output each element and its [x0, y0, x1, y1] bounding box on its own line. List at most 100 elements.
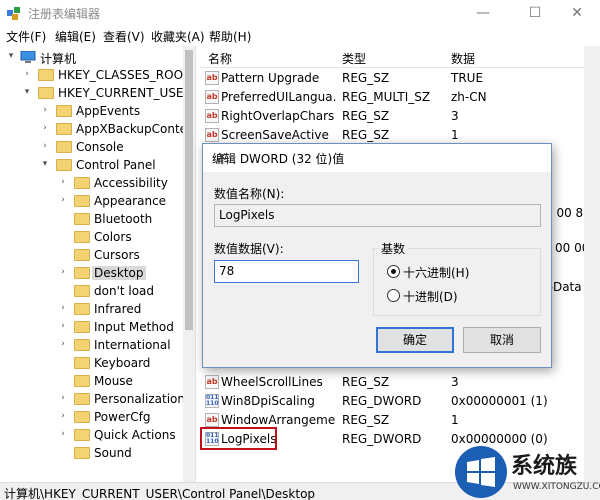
- value-row[interactable]: ab PreferredUILangua... REG_MULTI_SZ zh-…: [200, 88, 600, 107]
- value-name: WheelScrollLines: [221, 375, 323, 389]
- folder-icon: [74, 393, 90, 405]
- tree-item-sound[interactable]: Sound: [0, 444, 183, 462]
- value-data-input[interactable]: 78: [214, 260, 359, 283]
- tree-item-mouse[interactable]: Mouse: [0, 372, 183, 390]
- tree-item-keyboard[interactable]: Keyboard: [0, 354, 183, 372]
- folder-icon: [74, 285, 90, 297]
- watermark-text: 系统族: [511, 454, 578, 479]
- folder-icon: [74, 267, 90, 279]
- expand-arrow-icon[interactable]: ›: [58, 321, 68, 331]
- ok-button[interactable]: 确定: [376, 327, 454, 353]
- value-row[interactable]: ab WheelScrollLines REG_SZ 3: [200, 373, 600, 392]
- tree-item-label: Quick Actions: [94, 428, 176, 442]
- tree-item-cursors[interactable]: Cursors: [0, 246, 183, 264]
- tree-item-quick-actions[interactable]: › Quick Actions: [0, 426, 183, 444]
- value-row[interactable]: ab Pattern Upgrade REG_SZ TRUE: [200, 69, 600, 88]
- tree-item-desktop[interactable]: › Desktop: [0, 264, 183, 282]
- column-header-data[interactable]: 数据: [451, 50, 475, 67]
- value-type: REG_DWORD: [342, 394, 422, 408]
- collapse-arrow-icon[interactable]: ▾: [6, 51, 16, 61]
- tree-item-dont-load[interactable]: don't load: [0, 282, 183, 300]
- tree-item-computer[interactable]: ▾ 计算机: [0, 48, 183, 66]
- tree-item-label: HKEY_CURRENT_USER: [58, 86, 183, 100]
- maximize-button[interactable]: ☐: [512, 0, 558, 26]
- expand-arrow-icon[interactable]: ›: [58, 411, 68, 421]
- dec-radio-button[interactable]: [387, 289, 400, 302]
- menu-edit[interactable]: 编辑(E): [55, 28, 96, 45]
- list-scrollbar[interactable]: [584, 46, 600, 482]
- folder-icon: [38, 69, 54, 81]
- tree-item-label: HKEY_CLASSES_ROOT: [58, 68, 183, 82]
- folder-icon: [74, 429, 90, 441]
- value-row[interactable]: ab RightOverlapChars REG_SZ 3: [200, 107, 600, 126]
- tree-item-colors[interactable]: Colors: [0, 228, 183, 246]
- tree-item-console[interactable]: › Console: [0, 138, 183, 156]
- menu-file[interactable]: 文件(F): [6, 28, 46, 45]
- edit-dword-dialog: 编辑 DWORD (32 位)值 ✕ 数值名称(N): LogPixels 数值…: [202, 143, 552, 368]
- folder-icon: [74, 321, 90, 333]
- status-path: 计算机\HKEY_CURRENT_USER\Control Panel\Desk…: [4, 487, 316, 500]
- tree-item-input-method[interactable]: › Input Method: [0, 318, 183, 336]
- expand-arrow-icon[interactable]: ›: [58, 195, 68, 205]
- highlight-annotation: [200, 427, 277, 450]
- menu-favorites[interactable]: 收藏夹(A): [151, 28, 205, 45]
- tree-item-control-panel[interactable]: ▾ Control Panel: [0, 156, 183, 174]
- value-name: Pattern Upgrade: [221, 71, 320, 85]
- tree-item-appxbackup[interactable]: › AppXBackupConter: [0, 120, 183, 138]
- tree-item-hkcu[interactable]: ▾ HKEY_CURRENT_USER: [0, 84, 183, 102]
- collapse-arrow-icon[interactable]: ▾: [40, 159, 50, 169]
- tree-item-label: Sound: [94, 446, 132, 460]
- registry-tree[interactable]: ▾ 计算机 › HKEY_CLASSES_ROOT ▾ HKEY_CURRENT…: [0, 46, 183, 482]
- folder-icon: [74, 357, 90, 369]
- cancel-button[interactable]: 取消: [463, 327, 541, 353]
- base-groupbox: [373, 248, 541, 316]
- value-name-label: 数值名称(N):: [214, 187, 285, 201]
- tree-item-label: Cursors: [94, 248, 140, 262]
- expand-arrow-icon[interactable]: ›: [58, 177, 68, 187]
- tree-item-hkcr[interactable]: › HKEY_CLASSES_ROOT: [0, 66, 183, 84]
- tree-scrollbar-thumb[interactable]: [185, 50, 193, 330]
- tree-item-infrared[interactable]: › Infrared: [0, 300, 183, 318]
- expand-arrow-icon[interactable]: ›: [58, 429, 68, 439]
- value-type: REG_SZ: [342, 71, 390, 85]
- folder-icon: [74, 249, 90, 261]
- tree-item-appevents[interactable]: › AppEvents: [0, 102, 183, 120]
- expand-arrow-icon[interactable]: ›: [40, 123, 50, 133]
- dialog-close-button[interactable]: ✕: [212, 150, 232, 164]
- value-row[interactable]: 011 110 Win8DpiScaling REG_DWORD 0x00000…: [200, 392, 600, 411]
- expand-arrow-icon[interactable]: ›: [58, 267, 68, 277]
- minimize-button[interactable]: —: [460, 0, 506, 26]
- value-type: REG_SZ: [342, 109, 390, 123]
- tree-item-powercfg[interactable]: › PowerCfg: [0, 408, 183, 426]
- folder-icon: [38, 87, 54, 99]
- tree-item-bluetooth[interactable]: Bluetooth: [0, 210, 183, 228]
- tree-item-personalization[interactable]: › Personalization: [0, 390, 183, 408]
- tree-scrollbar[interactable]: [183, 46, 195, 482]
- menu-help[interactable]: 帮助(H): [209, 28, 251, 45]
- expand-arrow-icon[interactable]: ›: [40, 141, 50, 151]
- tree-item-label: Input Method: [94, 320, 174, 334]
- expand-arrow-icon[interactable]: ›: [58, 393, 68, 403]
- close-button[interactable]: ✕: [554, 0, 600, 26]
- computer-icon: [20, 51, 36, 63]
- column-header-type[interactable]: 类型: [342, 50, 366, 67]
- expand-arrow-icon[interactable]: ›: [40, 105, 50, 115]
- expand-arrow-icon[interactable]: ›: [58, 339, 68, 349]
- folder-icon: [56, 141, 72, 153]
- tree-item-label: Appearance: [94, 194, 167, 208]
- collapse-arrow-icon[interactable]: ▾: [22, 87, 32, 97]
- tree-item-label: AppXBackupConter: [76, 122, 183, 136]
- expand-arrow-icon[interactable]: ›: [58, 303, 68, 313]
- tree-item-accessibility[interactable]: › Accessibility: [0, 174, 183, 192]
- value-name: RightOverlapChars: [221, 109, 335, 123]
- value-type: REG_SZ: [342, 413, 390, 427]
- tree-item-label: Bluetooth: [94, 212, 153, 226]
- expand-arrow-icon[interactable]: ›: [22, 69, 32, 79]
- hex-radio-button[interactable]: [387, 265, 400, 278]
- tree-item-appearance[interactable]: › Appearance: [0, 192, 183, 210]
- value-data: 1: [451, 413, 459, 427]
- menu-view[interactable]: 查看(V): [103, 28, 145, 45]
- tree-item-international[interactable]: › International: [0, 336, 183, 354]
- string-value-icon: ab: [205, 128, 219, 142]
- column-header-name[interactable]: 名称: [208, 50, 232, 67]
